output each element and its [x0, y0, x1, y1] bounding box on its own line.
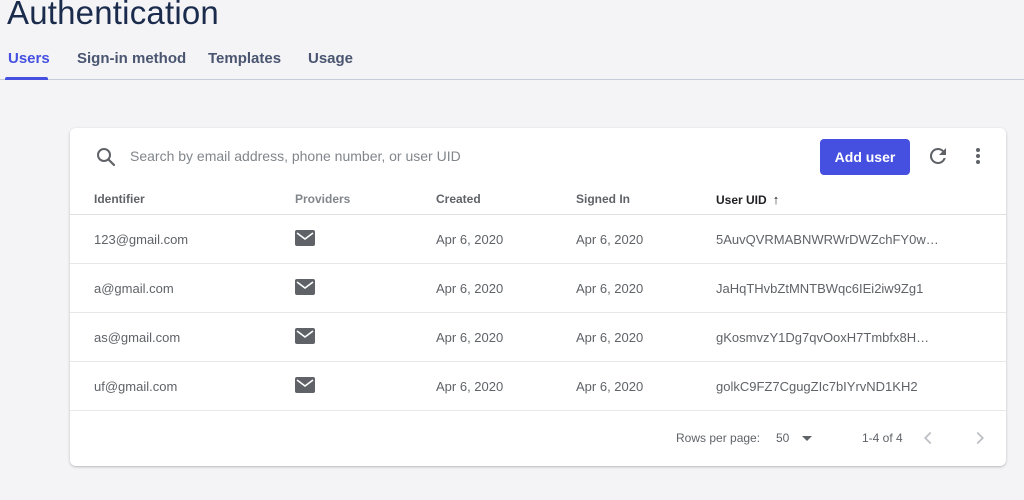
pagination-footer: Rows per page: 50 1-4 of 4 — [70, 414, 1006, 464]
column-header-providers: Providers — [295, 192, 351, 206]
cell-created: Apr 6, 2020 — [436, 379, 504, 394]
chevron-right-icon[interactable] — [969, 427, 991, 449]
rows-per-page-label: Rows per page: — [676, 431, 761, 445]
column-header-created[interactable]: Created — [436, 192, 481, 206]
cell-uid: golkC9FZ7CgugZIc7bIYrvND1KH2 — [716, 379, 918, 394]
tab-templates[interactable]: Templates — [208, 50, 281, 67]
add-user-button[interactable]: Add user — [820, 139, 910, 175]
pagination-range: 1-4 of 4 — [862, 431, 903, 445]
cell-identifier: 123@gmail.com — [94, 232, 189, 247]
more-vert-icon[interactable] — [966, 144, 990, 168]
refresh-icon[interactable] — [926, 144, 950, 168]
cell-created: Apr 6, 2020 — [436, 330, 504, 345]
rows-per-page-select[interactable]: 50 — [776, 428, 816, 448]
table-header: Identifier Providers Created Signed In U… — [70, 188, 1006, 215]
tab-sign-in-method[interactable]: Sign-in method — [77, 50, 186, 67]
column-header-identifier[interactable]: Identifier — [94, 192, 145, 206]
cell-created: Apr 6, 2020 — [436, 232, 504, 247]
mail-icon — [295, 328, 315, 344]
cell-signed-in: Apr 6, 2020 — [576, 379, 644, 394]
users-card: Add user Identifier Providers Created Si… — [70, 128, 1006, 466]
chevron-left-icon[interactable] — [917, 427, 939, 449]
column-header-signed-in[interactable]: Signed In — [576, 192, 630, 206]
active-tab-indicator — [5, 77, 48, 80]
search-icon — [97, 148, 116, 167]
table-row[interactable]: uf@gmail.com Apr 6, 2020 Apr 6, 2020 gol… — [70, 362, 1006, 411]
cell-uid: 5AuvQVRMABNWRWrDWZchFY0w… — [716, 232, 939, 247]
cell-signed-in: Apr 6, 2020 — [576, 330, 644, 345]
cell-identifier: a@gmail.com — [94, 281, 174, 296]
mail-icon — [295, 377, 315, 393]
cell-identifier: uf@gmail.com — [94, 379, 178, 394]
search-bar: Add user — [70, 128, 1006, 188]
dropdown-caret-icon — [802, 436, 812, 441]
column-header-user-uid-label: User UID — [716, 193, 767, 207]
cell-uid: gKosmvzY1Dg7qvOoxH7Tmbfx8H… — [716, 330, 930, 345]
rows-per-page-value: 50 — [776, 431, 790, 445]
tab-usage[interactable]: Usage — [308, 50, 353, 67]
search-input[interactable] — [130, 144, 690, 168]
cell-identifier: as@gmail.com — [94, 330, 181, 345]
cell-signed-in: Apr 6, 2020 — [576, 281, 644, 296]
cell-signed-in: Apr 6, 2020 — [576, 232, 644, 247]
cell-created: Apr 6, 2020 — [436, 281, 504, 296]
tab-bar: Users Sign-in method Templates Usage — [0, 40, 1024, 80]
cell-uid: JaHqTHvbZtMNTBWqc6IEi2iw9Zg1 — [716, 281, 924, 296]
mail-icon — [295, 279, 315, 295]
table-row[interactable]: 123@gmail.com Apr 6, 2020 Apr 6, 2020 5A… — [70, 215, 1006, 264]
column-header-user-uid[interactable]: User UID ↑ — [716, 192, 779, 207]
page-title: Authentication — [7, 0, 219, 31]
mail-icon — [295, 230, 315, 246]
sort-ascending-icon: ↑ — [772, 192, 780, 207]
tab-users[interactable]: Users — [8, 50, 50, 67]
table-row[interactable]: as@gmail.com Apr 6, 2020 Apr 6, 2020 gKo… — [70, 313, 1006, 362]
table-row[interactable]: a@gmail.com Apr 6, 2020 Apr 6, 2020 JaHq… — [70, 264, 1006, 313]
